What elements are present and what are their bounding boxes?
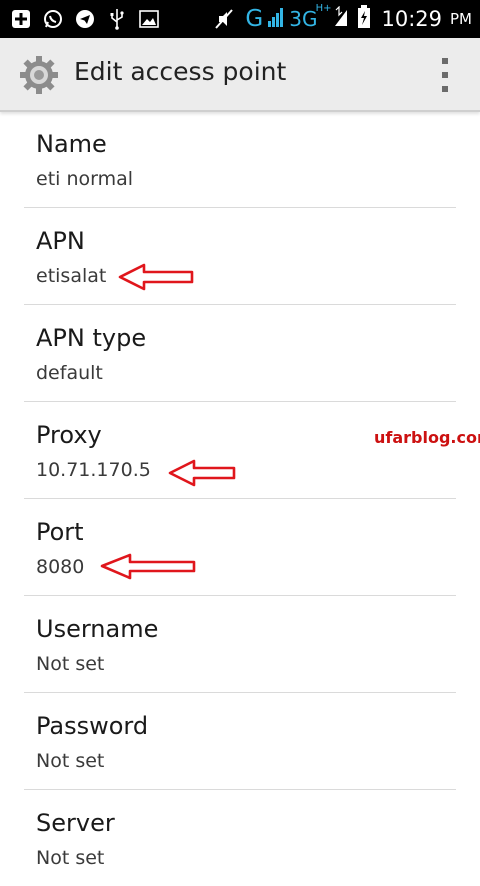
setting-label: Port <box>36 518 84 546</box>
watermark-text: ufarblog.com <box>374 428 480 447</box>
setting-label: APN <box>36 227 85 255</box>
whatsapp-icon <box>42 8 64 30</box>
annotation-arrow-proxy <box>168 459 236 487</box>
usb-icon <box>106 8 128 30</box>
setting-value: 10.71.170.5 <box>36 459 151 481</box>
setting-row-name[interactable]: Name eti normal <box>24 111 456 208</box>
status-bar: G 3G H+ 10:29 PM <box>0 0 480 38</box>
setting-row-port[interactable]: Port 8080 <box>24 499 456 596</box>
status-notification-icons <box>10 7 160 31</box>
overflow-dot <box>442 72 448 78</box>
battery-icon <box>357 5 371 33</box>
network-3g-text: 3G <box>289 7 318 31</box>
setting-row-server[interactable]: Server Not set <box>24 790 456 886</box>
setting-label: APN type <box>36 324 147 352</box>
network-3g-label: 3G H+ <box>289 3 331 31</box>
status-system-icons: G 3G H+ 10:29 PM <box>213 0 472 38</box>
setting-value: 8080 <box>36 556 85 578</box>
setting-value: Not set <box>36 750 105 772</box>
setting-row-apn[interactable]: APN etisalat <box>24 208 456 305</box>
signal-icon <box>267 6 285 32</box>
setting-label: Username <box>36 615 159 643</box>
page-title: Edit access point <box>74 57 287 86</box>
setting-value: etisalat <box>36 265 107 287</box>
annotation-arrow-port <box>100 553 196 580</box>
setting-value: eti normal <box>36 168 134 190</box>
setting-label: Password <box>36 712 149 740</box>
apn-settings-list: Name eti normal APN etisalat APN type de… <box>0 111 480 886</box>
mute-icon <box>213 8 235 30</box>
setting-label: Name <box>36 130 107 158</box>
overflow-dot <box>442 58 448 64</box>
setting-value: default <box>36 362 103 384</box>
setting-value: Not set <box>36 653 105 675</box>
overflow-menu-icon[interactable] <box>440 58 450 92</box>
gear-icon[interactable] <box>18 54 60 96</box>
setting-label: Proxy <box>36 421 102 449</box>
signal-icon-2 <box>333 5 349 32</box>
clock-ampm: PM <box>450 10 472 28</box>
setting-value: Not set <box>36 847 105 869</box>
setting-row-password[interactable]: Password Not set <box>24 693 456 790</box>
setting-row-username[interactable]: Username Not set <box>24 596 456 693</box>
network-hplus-text: H+ <box>315 3 332 14</box>
action-bar: Edit access point <box>0 38 480 112</box>
setting-row-apn-type[interactable]: APN type default <box>24 305 456 402</box>
setting-label: Server <box>36 809 115 837</box>
annotation-arrow-apn <box>118 263 194 291</box>
network-g-label: G <box>245 6 264 32</box>
telegram-icon <box>74 8 96 30</box>
notification-plus-icon <box>10 8 32 30</box>
overflow-dot <box>442 86 448 92</box>
clock-time: 10:29 <box>381 7 442 31</box>
image-icon <box>138 8 160 30</box>
